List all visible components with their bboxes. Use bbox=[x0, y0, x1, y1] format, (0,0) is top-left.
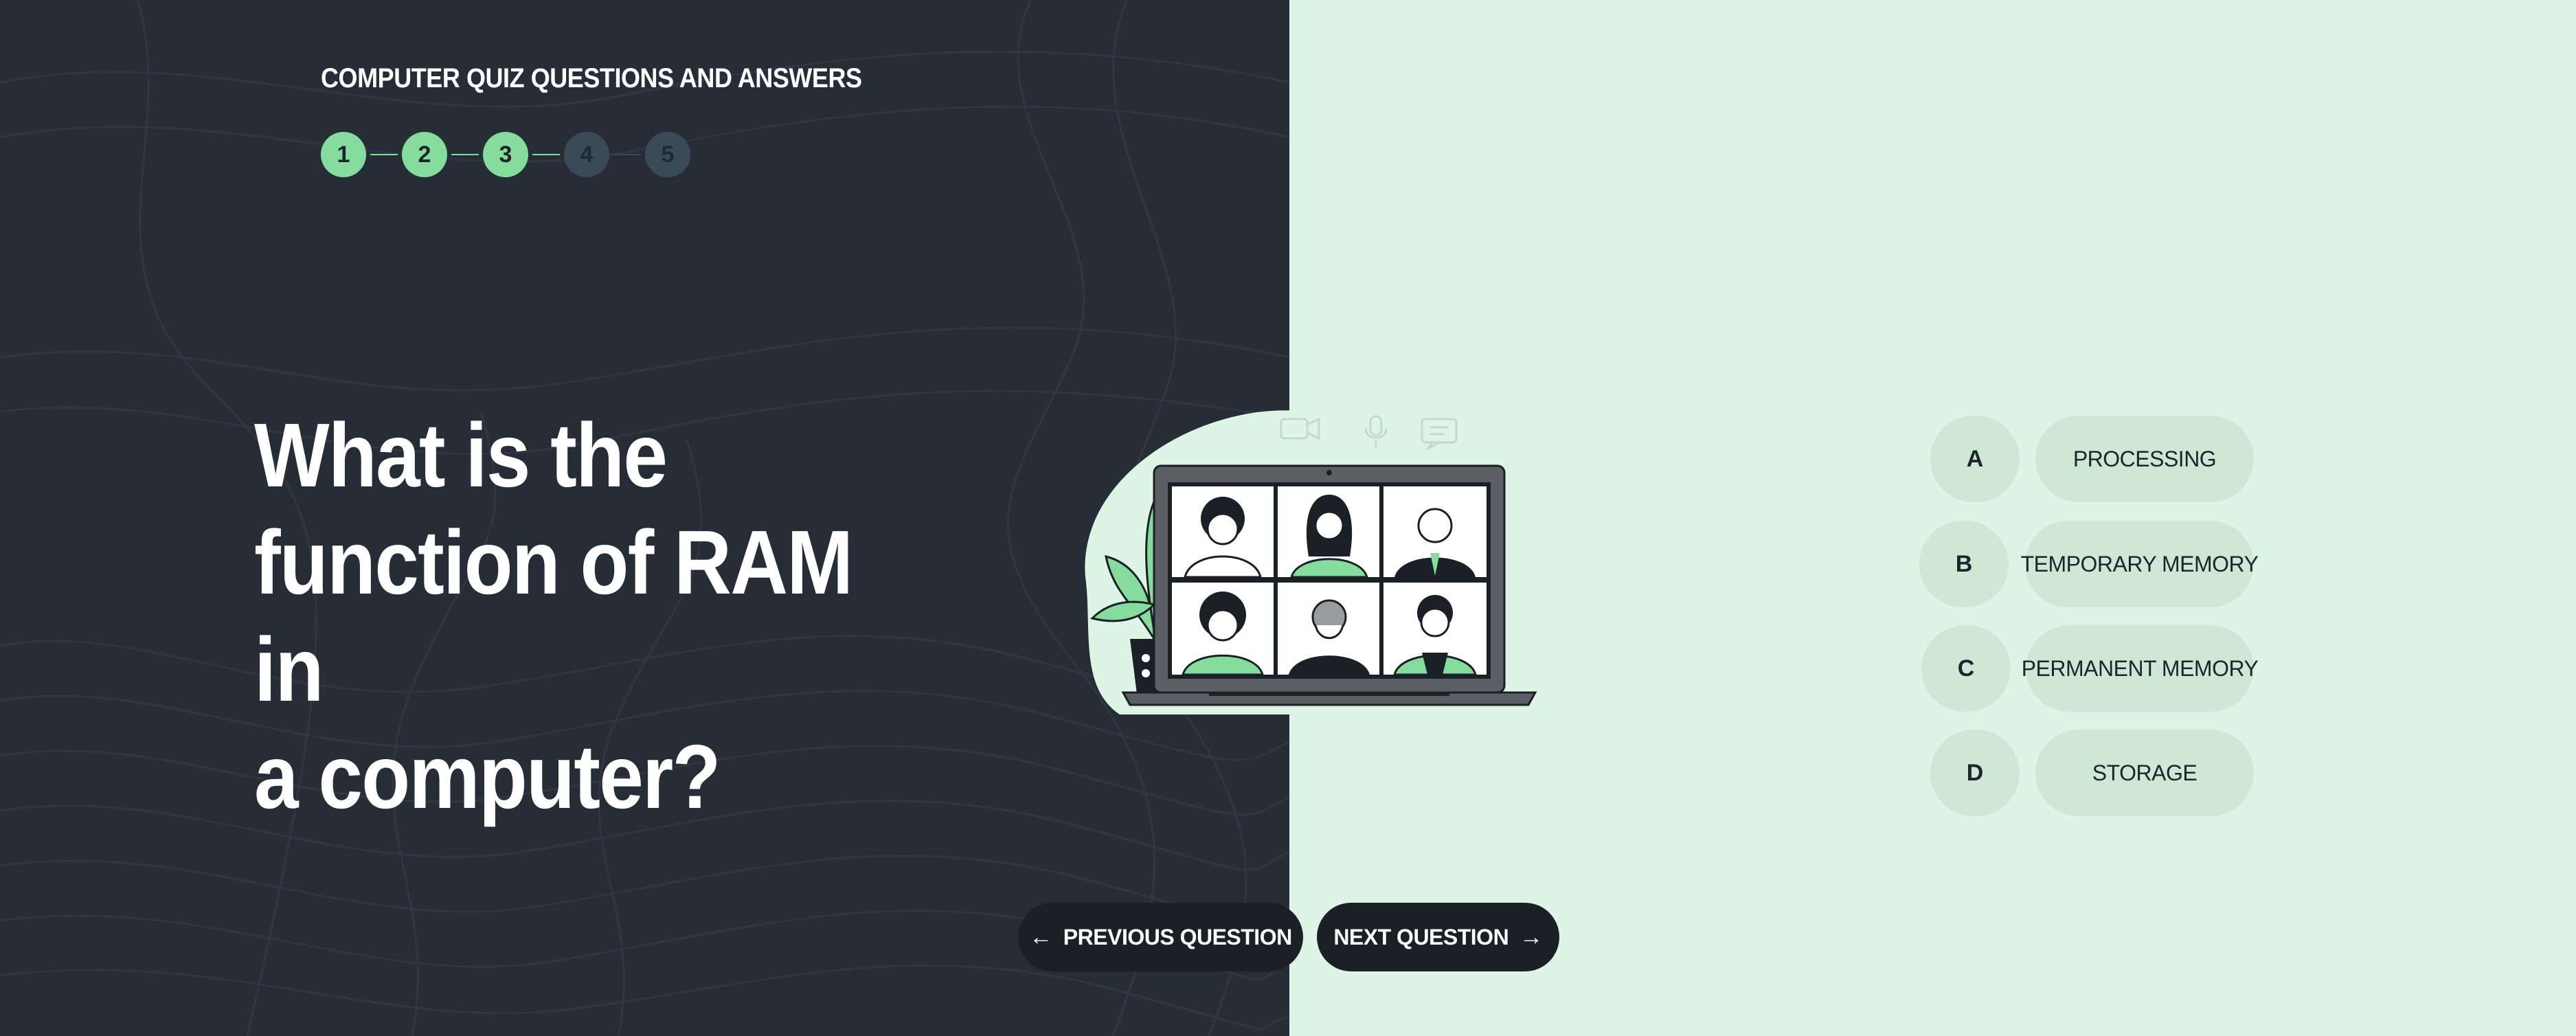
answer-text-b[interactable]: TEMPORARY MEMORY bbox=[2021, 521, 2259, 607]
quiz-title: COMPUTER QUIZ QUESTIONS AND ANSWERS bbox=[321, 63, 862, 93]
participant-tile bbox=[1278, 486, 1379, 578]
quiz-page: COMPUTER QUIZ QUESTIONS AND ANSWERS 1 2 … bbox=[0, 0, 2576, 1036]
arrow-right-icon: → bbox=[1519, 924, 1543, 950]
answer-text-d[interactable]: STORAGE bbox=[2035, 730, 2254, 816]
question-line-2: function of RAM in bbox=[254, 512, 853, 720]
question-text: What is the function of RAM in a compute… bbox=[254, 402, 859, 831]
previous-question-button[interactable]: ← PREVIOUS QUESTION bbox=[1018, 903, 1303, 971]
previous-question-label: PREVIOUS QUESTION bbox=[1063, 924, 1292, 949]
question-line-3: a computer? bbox=[254, 726, 721, 827]
next-question-label: NEXT QUESTION bbox=[1333, 924, 1509, 949]
question-line-1: What is the bbox=[254, 405, 668, 506]
answer-text-c[interactable]: PERMANENT MEMORY bbox=[2022, 625, 2259, 712]
step-2[interactable]: 2 bbox=[402, 132, 447, 177]
step-1[interactable]: 1 bbox=[321, 132, 366, 177]
answer-letter-b[interactable]: B bbox=[1919, 521, 2009, 607]
participant-tile bbox=[1383, 583, 1487, 676]
step-connector bbox=[451, 154, 479, 155]
participant-tile bbox=[1172, 583, 1274, 676]
progress-stepper: 1 2 3 4 5 bbox=[321, 132, 690, 177]
participant-tile bbox=[1278, 583, 1379, 675]
step-3[interactable]: 3 bbox=[483, 132, 528, 177]
answer-letter-d[interactable]: D bbox=[1930, 730, 2020, 816]
step-5[interactable]: 5 bbox=[645, 132, 690, 177]
participant-tile bbox=[1172, 486, 1274, 578]
chat-icon bbox=[1421, 418, 1458, 444]
participant-tile bbox=[1383, 486, 1487, 577]
step-connector bbox=[370, 154, 398, 155]
step-4[interactable]: 4 bbox=[564, 132, 609, 177]
step-connector bbox=[613, 154, 641, 155]
arrow-left-icon: ← bbox=[1029, 924, 1052, 950]
answer-letter-c[interactable]: C bbox=[1921, 625, 2011, 712]
video-call-illustration bbox=[1085, 410, 1537, 714]
answer-text-a[interactable]: PROCESSING bbox=[2035, 416, 2254, 502]
answer-letter-a[interactable]: A bbox=[1930, 416, 2020, 502]
step-connector bbox=[532, 154, 560, 155]
next-question-button[interactable]: NEXT QUESTION → bbox=[1317, 903, 1559, 971]
